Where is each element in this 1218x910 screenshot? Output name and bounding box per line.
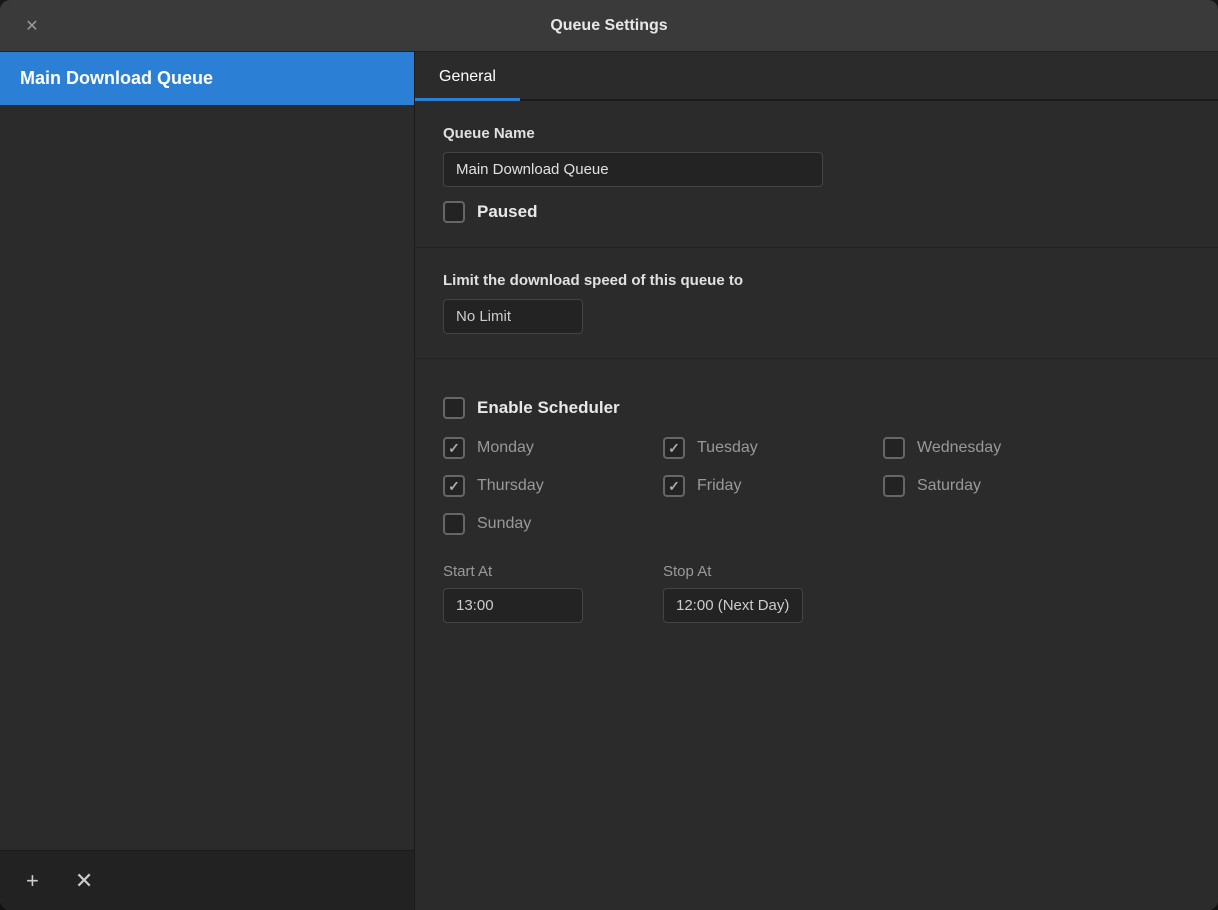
day-tuesday: Tuesday [663, 437, 883, 459]
tuesday-label: Tuesday [697, 439, 758, 457]
stop-at-value[interactable]: 12:00 (Next Day) [663, 588, 803, 623]
day-saturday: Saturday [883, 475, 1103, 497]
enable-scheduler-label: Enable Scheduler [477, 398, 620, 418]
tab-general[interactable]: General [415, 56, 520, 101]
stop-at-label: Stop At [663, 563, 803, 580]
wednesday-checkbox[interactable] [883, 437, 905, 459]
sidebar: Main Download Queue + ✕ [0, 52, 415, 910]
time-section: Start At 13:00 Stop At 12:00 (Next Day) [443, 563, 1190, 623]
saturday-checkbox[interactable] [883, 475, 905, 497]
speed-limit-value[interactable]: No Limit [443, 299, 583, 334]
right-panel: General Queue Name Paused Limit the down… [415, 52, 1218, 910]
paused-row: Paused [443, 201, 1190, 223]
friday-label: Friday [697, 477, 741, 495]
day-wednesday: Wednesday [883, 437, 1103, 459]
day-thursday: Thursday [443, 475, 663, 497]
dialog-title: Queue Settings [550, 17, 667, 35]
paused-checkbox[interactable] [443, 201, 465, 223]
sidebar-item-main-download-queue[interactable]: Main Download Queue [0, 52, 414, 105]
thursday-checkbox[interactable] [443, 475, 465, 497]
speed-limit-section: Limit the download speed of this queue t… [415, 248, 1218, 359]
start-at-value[interactable]: 13:00 [443, 588, 583, 623]
add-queue-button[interactable]: + [18, 864, 47, 898]
wednesday-label: Wednesday [917, 439, 1001, 457]
day-monday: Monday [443, 437, 663, 459]
enable-scheduler-row: Enable Scheduler [443, 397, 1190, 419]
paused-label: Paused [477, 202, 537, 222]
day-sunday: Sunday [443, 513, 663, 535]
sidebar-list: Main Download Queue [0, 52, 414, 850]
start-at-label: Start At [443, 563, 583, 580]
main-content: Main Download Queue + ✕ General Queue Na… [0, 52, 1218, 910]
monday-label: Monday [477, 439, 534, 457]
start-at-group: Start At 13:00 [443, 563, 583, 623]
remove-queue-button[interactable]: ✕ [67, 864, 101, 898]
queue-settings-dialog: ✕ Queue Settings Main Download Queue + ✕… [0, 0, 1218, 910]
enable-scheduler-checkbox[interactable] [443, 397, 465, 419]
sunday-label: Sunday [477, 515, 531, 533]
days-grid: Monday Tuesday Wednesday T [443, 437, 1190, 535]
stop-at-group: Stop At 12:00 (Next Day) [663, 563, 803, 623]
tuesday-checkbox[interactable] [663, 437, 685, 459]
scheduler-section: Enable Scheduler Monday Tuesday [415, 359, 1218, 647]
tabs: General [415, 52, 1218, 101]
queue-name-input[interactable] [443, 152, 823, 187]
title-bar: ✕ Queue Settings [0, 0, 1218, 52]
close-button[interactable]: ✕ [18, 12, 46, 40]
friday-checkbox[interactable] [663, 475, 685, 497]
sidebar-footer: + ✕ [0, 850, 414, 910]
queue-name-label: Queue Name [443, 125, 1190, 142]
sunday-checkbox[interactable] [443, 513, 465, 535]
day-friday: Friday [663, 475, 883, 497]
monday-checkbox[interactable] [443, 437, 465, 459]
speed-limit-label: Limit the download speed of this queue t… [443, 272, 1190, 289]
thursday-label: Thursday [477, 477, 544, 495]
saturday-label: Saturday [917, 477, 981, 495]
queue-name-section: Queue Name Paused [415, 101, 1218, 248]
